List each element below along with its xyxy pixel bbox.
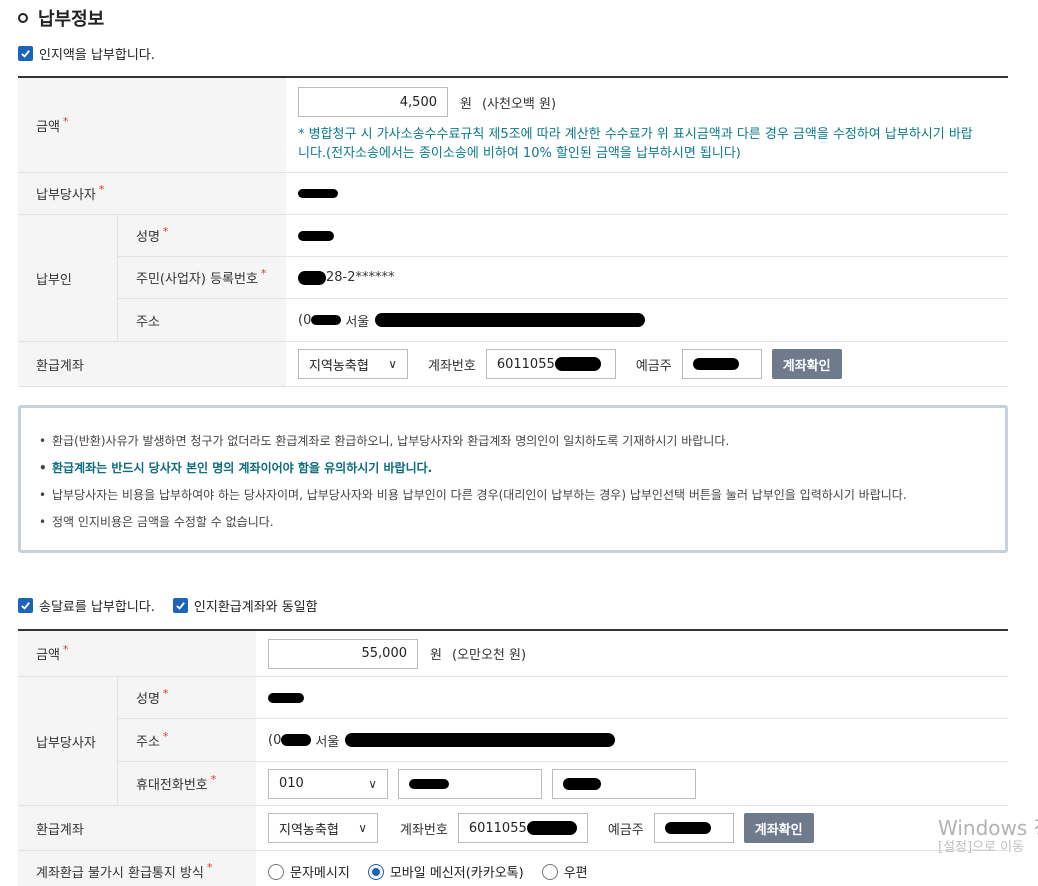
postage-checkbox-row: 송달료를 납부합니다. 인지환급계좌와 동일함 — [18, 596, 336, 615]
verify-account-button[interactable]: 계좌확인 — [771, 349, 842, 379]
payer-id-value: 28-2****** — [326, 270, 395, 285]
amount-korean: (사천오백 원) — [481, 96, 557, 112]
refund-account-row: 환급계좌 지역농축협 ∨ 계좌번호 6011055 예금주 계좌확인 — [18, 342, 1008, 387]
postage-address-prefix: (0 — [268, 732, 282, 748]
payer-id-label: 주민(사업자) 등록번호 * — [118, 257, 286, 298]
stamp-fee-table: 금액 * 4,500 원 (사천오백 원) * 병합청구 시 가사소송수수료규칙 … — [18, 76, 1008, 387]
postage-refund-label: 환급계좌 — [18, 806, 256, 850]
address-prefix: (0 — [298, 312, 312, 328]
redacted-phone-middle — [409, 778, 449, 789]
postage-amount-label: 금액 * — [18, 631, 256, 676]
notice-item: 납부당사자는 비용을 납부하여야 하는 당사자이며, 납부당사자와 비용 납부인… — [39, 482, 987, 509]
redacted-postage-account — [526, 821, 577, 835]
redacted-zip — [311, 315, 342, 325]
account-input[interactable]: 6011055 — [485, 349, 616, 379]
redacted-party-name — [298, 189, 338, 198]
notice-item-highlight: 환급계좌는 반드시 당사자 본인 명의 계좌이어야 함을 유의하시기 바랍니다. — [39, 455, 987, 482]
windows-watermark-sub: [설정]으로 이동 — [938, 840, 1025, 855]
stamp-amount-input[interactable]: 4,500 — [298, 87, 448, 117]
redacted-postage-holder — [664, 822, 711, 834]
amount-note: * 병합청구 시 가사소송수수료규칙 제5조에 따라 계산한 수수료가 위 표시… — [298, 127, 973, 161]
circle-bullet-icon — [18, 13, 28, 23]
account-label: 계좌번호 — [428, 358, 476, 374]
notify-method-row: 계좌환급 불가시 환급통지 방식 * 문자메시지 모바일 메신저(카카오톡) 우편 — [18, 851, 1008, 886]
postage-holder-input[interactable] — [653, 813, 734, 843]
address-city: 서울 — [345, 314, 370, 330]
postage-party-label: 납부당사자 — [18, 677, 118, 805]
same-account-checkbox[interactable] — [172, 598, 188, 613]
bank-select[interactable]: 지역농축협 ∨ — [298, 349, 408, 379]
postage-account-input[interactable]: 6011055 — [457, 813, 588, 843]
postage-address-label: 주소 * — [118, 719, 256, 761]
notify-method-label: 계좌환급 불가시 환급통지 방식 * — [18, 851, 256, 886]
redacted-holder — [692, 358, 739, 370]
radio-kakao[interactable] — [367, 863, 384, 880]
notify-option-kakao[interactable]: 모바일 메신저(카카오톡) — [367, 862, 524, 881]
stamp-fee-checkbox-row: 인지액을 납부합니다. — [18, 44, 173, 63]
stamp-fee-checkbox[interactable] — [18, 46, 33, 61]
redacted-payer-name — [298, 230, 334, 241]
amount-unit: 원 — [460, 96, 472, 112]
postage-name-label: 성명 * — [118, 677, 256, 718]
postage-bank-select[interactable]: 지역농축협 ∨ — [268, 813, 378, 843]
payer-name-label: 성명 * — [118, 215, 286, 256]
payer-address-label: 주소 — [118, 299, 286, 341]
party-row: 납부당사자 * — [18, 173, 1008, 215]
chevron-down-icon: ∨ — [368, 776, 377, 791]
refund-label: 환급계좌 — [18, 342, 286, 386]
postage-phone-label: 휴대전화번호 * — [118, 762, 256, 805]
chevron-down-icon: ∨ — [358, 821, 367, 835]
same-account-checkbox-label[interactable]: 인지환급계좌와 동일함 — [194, 596, 318, 615]
phone-middle-input[interactable] — [398, 768, 542, 799]
phone-prefix-select[interactable]: 010 ∨ — [268, 768, 388, 799]
phone-last-input[interactable] — [552, 768, 696, 799]
postage-verify-button[interactable]: 계좌확인 — [743, 813, 814, 843]
notice-item: 정액 인지비용은 금액을 수정할 수 없습니다. — [39, 509, 987, 536]
notify-option-sms[interactable]: 문자메시지 — [268, 862, 350, 881]
postage-amount-korean: (오만오천 원) — [451, 648, 527, 663]
chevron-down-icon: ∨ — [388, 357, 397, 371]
postage-amount-unit: 원 — [430, 648, 442, 663]
holder-label: 예금주 — [635, 358, 672, 374]
redacted-postage-zip — [281, 734, 312, 746]
page-title: 납부정보 — [38, 9, 105, 30]
section-title: 납부정보 — [18, 6, 104, 30]
redacted-id-prefix — [298, 270, 326, 285]
redacted-postage-address — [345, 733, 616, 747]
stamp-fee-checkbox-label[interactable]: 인지액을 납부합니다. — [39, 44, 155, 63]
radio-sms[interactable] — [268, 863, 284, 880]
postage-party-group: 납부당사자 성명 * 주소 * (0 서울 휴대전화번호 * 010 ∨ — [18, 677, 1008, 806]
postage-amount-row: 금액 * 55,000 원 (오만오천 원) — [18, 631, 1008, 677]
redacted-account — [554, 357, 601, 371]
party-label: 납부당사자 * — [18, 173, 286, 214]
postage-holder-label: 예금주 — [607, 822, 644, 838]
postage-table: 금액 * 55,000 원 (오만오천 원) 납부당사자 성명 * 주소 * (0 서… — [18, 629, 1008, 886]
holder-input[interactable] — [681, 349, 762, 379]
payer-group: 납부인 성명 * 주민(사업자) 등록번호 * 28-2****** 주소 (0 서… — [18, 215, 1008, 342]
redacted-phone-last — [563, 777, 601, 790]
notify-option-mail[interactable]: 우편 — [541, 862, 588, 881]
payer-label: 납부인 — [18, 215, 118, 341]
postage-address-city: 서울 — [315, 734, 340, 750]
amount-label: 금액 * — [18, 78, 286, 172]
notice-box: 환급(반환)사유가 발생하면 청구가 없더라도 환급계좌로 환급하오니, 납부당… — [18, 405, 1008, 553]
postage-checkbox[interactable] — [18, 598, 33, 613]
notice-item: 환급(반환)사유가 발생하면 청구가 없더라도 환급계좌로 환급하오니, 납부당… — [39, 428, 987, 455]
postage-account-label: 계좌번호 — [400, 822, 448, 838]
postage-checkbox-label[interactable]: 송달료를 납부합니다. — [39, 596, 155, 615]
radio-mail[interactable] — [541, 863, 558, 880]
redacted-postage-name — [268, 692, 304, 703]
redacted-address — [375, 313, 646, 327]
postage-refund-row: 환급계좌 지역농축협 ∨ 계좌번호 6011055 예금주 계좌확인 — [18, 806, 1008, 851]
amount-row: 금액 * 4,500 원 (사천오백 원) * 병합청구 시 가사소송수수료규칙 … — [18, 78, 1008, 173]
postage-amount-input[interactable]: 55,000 — [268, 638, 418, 669]
